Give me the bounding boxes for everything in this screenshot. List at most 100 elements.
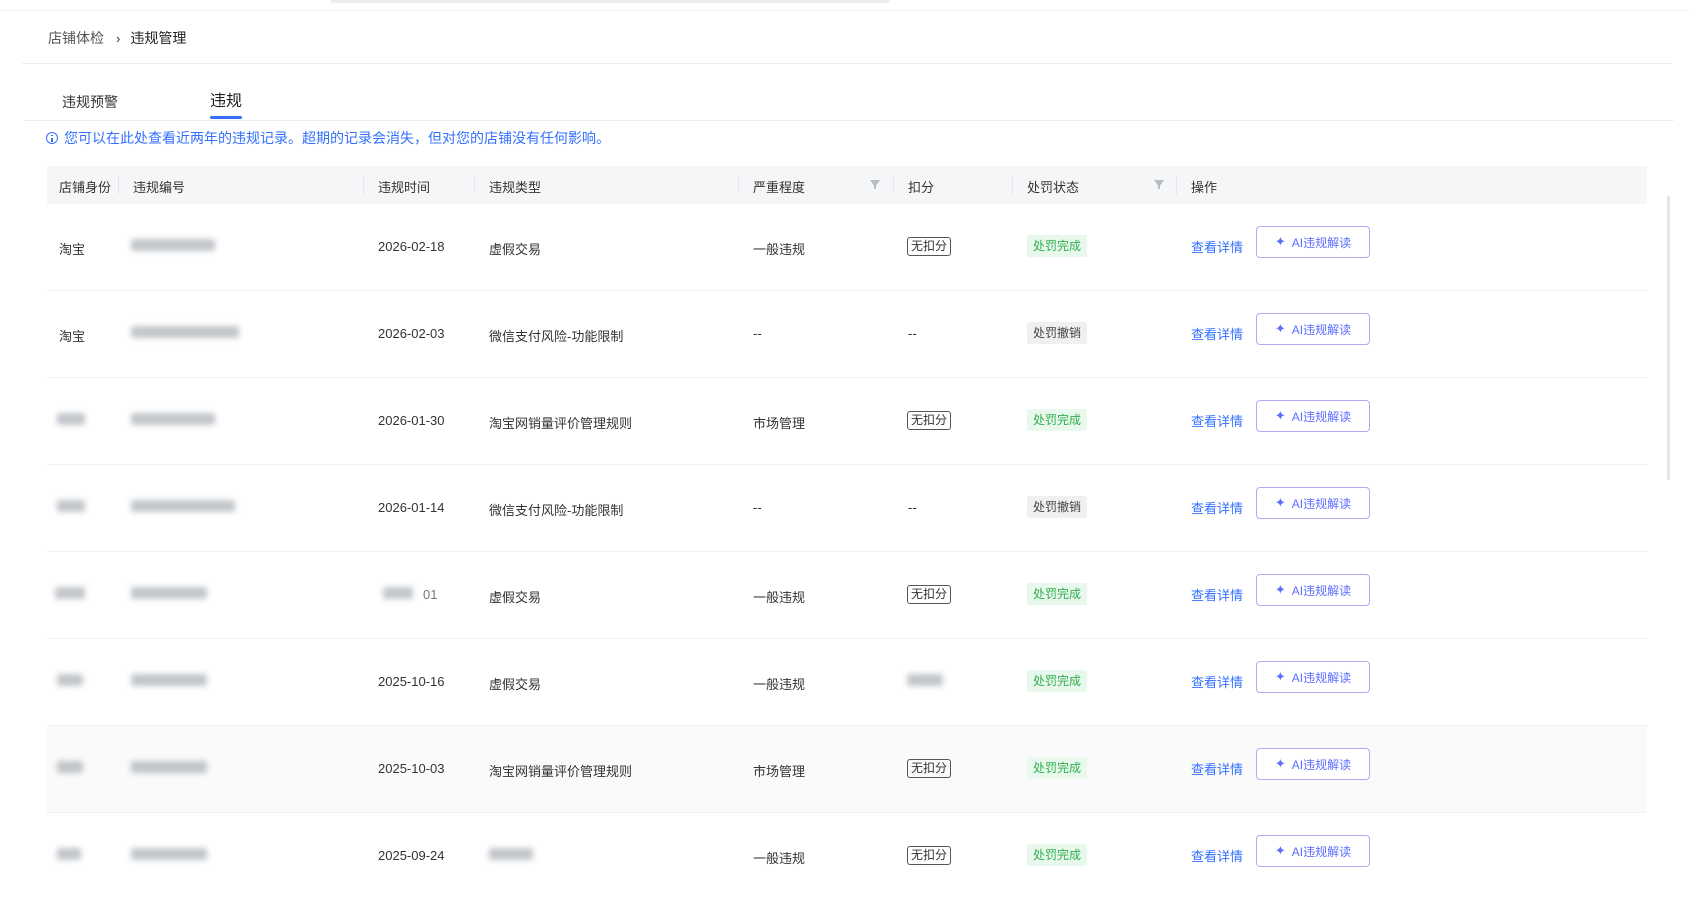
time-cell: 2026-01-30 [378,413,445,428]
ai-interpret-button[interactable]: ✦ AI违规解读 [1256,313,1370,345]
redacted-points [907,674,943,689]
tab-violation[interactable]: 违规 [210,87,243,119]
ai-interpret-button[interactable]: ✦ AI违规解读 [1256,487,1370,519]
severity-cell: 一般违规 [753,851,806,866]
header-id: 违规编号 [133,180,186,195]
severity-cell: 一般违规 [753,590,806,605]
redacted-shop [57,413,85,428]
sparkle-icon: ✦ [1274,234,1286,249]
ai-button-label: AI违规解读 [1291,409,1352,424]
time-cell: 2026-02-18 [378,239,445,254]
table-row: 2026-01-30 淘宝网销量评价管理规则 市场管理 无扣分 处罚完成 查看详… [47,378,1647,465]
view-detail-link[interactable]: 查看详情 [1191,324,1243,343]
severity-cell: 市场管理 [753,416,806,431]
sparkle-icon: ✦ [1274,321,1286,336]
notice-banner: 您可以在此处查看近两年的违规记录。超期的记录会消失，但对您的店铺没有任何影响。 [46,128,610,148]
type-cell: 虚假交易 [489,242,542,257]
points-tag: 无扣分 [907,759,952,778]
column-divider [474,176,475,194]
severity-cell: 一般违规 [753,677,806,692]
status-badge: 处罚完成 [1027,670,1088,692]
sparkle-icon: ✦ [1274,582,1286,597]
view-detail-link[interactable]: 查看详情 [1191,846,1243,865]
points-tag: 无扣分 [907,237,952,256]
divider [22,63,1672,64]
severity-cell: -- [753,326,762,341]
type-cell: 微信支付风险-功能限制 [489,503,624,518]
sparkle-icon: ✦ [1274,408,1286,423]
view-detail-link[interactable]: 查看详情 [1191,237,1243,256]
info-icon [46,132,58,144]
filter-icon[interactable] [1154,180,1164,189]
redacted-shop [57,848,81,863]
time-cell: 2025-09-24 [378,848,445,863]
header-action: 操作 [1191,180,1218,195]
sparkle-icon: ✦ [1274,843,1286,858]
status-badge: 处罚撤销 [1027,496,1088,518]
shop-cell: 淘宝 [59,242,86,257]
column-divider [1012,176,1013,194]
redacted-id [131,326,239,341]
status-badge: 处罚完成 [1027,409,1088,431]
status-badge: 处罚完成 [1027,235,1088,257]
ai-button-label: AI违规解读 [1291,322,1352,337]
time-cell: 01 [423,587,438,602]
type-cell: 微信支付风险-功能限制 [489,329,624,344]
status-badge: 处罚完成 [1027,844,1088,866]
table-row: 2025-10-03 淘宝网销量评价管理规则 市场管理 无扣分 处罚完成 查看详… [47,726,1647,813]
type-cell: 淘宝网销量评价管理规则 [489,416,633,431]
ai-interpret-button[interactable]: ✦ AI违规解读 [1256,574,1370,606]
sparkle-icon: ✦ [1274,495,1286,510]
redacted-id [131,587,207,602]
header-shop: 店铺身份 [59,180,112,195]
table-row: 2025-10-16 虚假交易 一般违规 处罚完成 查看详情 ✦ AI违规解读 [47,639,1647,726]
ai-interpret-button[interactable]: ✦ AI违规解读 [1256,226,1370,258]
header-severity: 严重程度 [753,180,806,195]
vertical-scrollbar[interactable] [1667,196,1670,480]
time-cell: 2026-02-03 [378,326,445,341]
ai-interpret-button[interactable]: ✦ AI违规解读 [1256,748,1370,780]
redacted-shop [57,674,83,689]
view-detail-link[interactable]: 查看详情 [1191,411,1243,430]
table-row: 淘宝 2026-02-03 微信支付风险-功能限制 -- -- 处罚撤销 查看详… [47,291,1647,378]
ai-interpret-button[interactable]: ✦ AI违规解读 [1256,835,1370,867]
shop-cell: 淘宝 [59,329,86,344]
points-tag: 无扣分 [907,846,952,865]
redacted-id [131,848,207,863]
table-header: 店铺身份 违规编号 违规时间 违规类型 严重程度 扣分 处罚状态 操作 [47,166,1647,204]
tab-violation-warning[interactable]: 违规预警 [62,92,118,112]
severity-cell: 一般违规 [753,242,806,257]
view-detail-link[interactable]: 查看详情 [1191,759,1243,778]
top-bar-remnant [0,0,1690,11]
ai-button-label: AI违规解读 [1291,235,1352,250]
points-cell: -- [908,326,917,341]
redacted-id [131,761,207,776]
header-type: 违规类型 [489,180,542,195]
header-time: 违规时间 [378,180,431,195]
filter-icon[interactable] [870,180,880,189]
redacted-id [131,239,215,254]
view-detail-link[interactable]: 查看详情 [1191,672,1243,691]
column-divider [893,176,894,194]
view-detail-link[interactable]: 查看详情 [1191,498,1243,517]
type-cell: 虚假交易 [489,590,542,605]
status-badge: 处罚完成 [1027,757,1088,779]
violation-table: 店铺身份 违规编号 违规时间 违规类型 严重程度 扣分 处罚状态 操作 淘宝 2… [47,166,1647,899]
redacted-time [383,587,413,602]
points-tag: 无扣分 [907,585,952,604]
ai-button-label: AI违规解读 [1291,757,1352,772]
notice-text: 您可以在此处查看近两年的违规记录。超期的记录会消失，但对您的店铺没有任何影响。 [64,130,610,146]
breadcrumb-parent[interactable]: 店铺体检 [48,28,104,48]
tab-bar: 违规预警 违规 [24,84,1674,121]
ai-interpret-button[interactable]: ✦ AI违规解读 [1256,661,1370,693]
search-bar-remnant [330,0,890,3]
status-badge: 处罚完成 [1027,583,1088,605]
redacted-type [489,848,533,863]
sparkle-icon: ✦ [1274,669,1286,684]
tab-violation-label: 违规 [210,93,243,110]
view-detail-link[interactable]: 查看详情 [1191,585,1243,604]
active-tab-indicator [210,116,243,119]
redacted-id [131,674,207,689]
ai-interpret-button[interactable]: ✦ AI违规解读 [1256,400,1370,432]
severity-cell: 市场管理 [753,764,806,779]
